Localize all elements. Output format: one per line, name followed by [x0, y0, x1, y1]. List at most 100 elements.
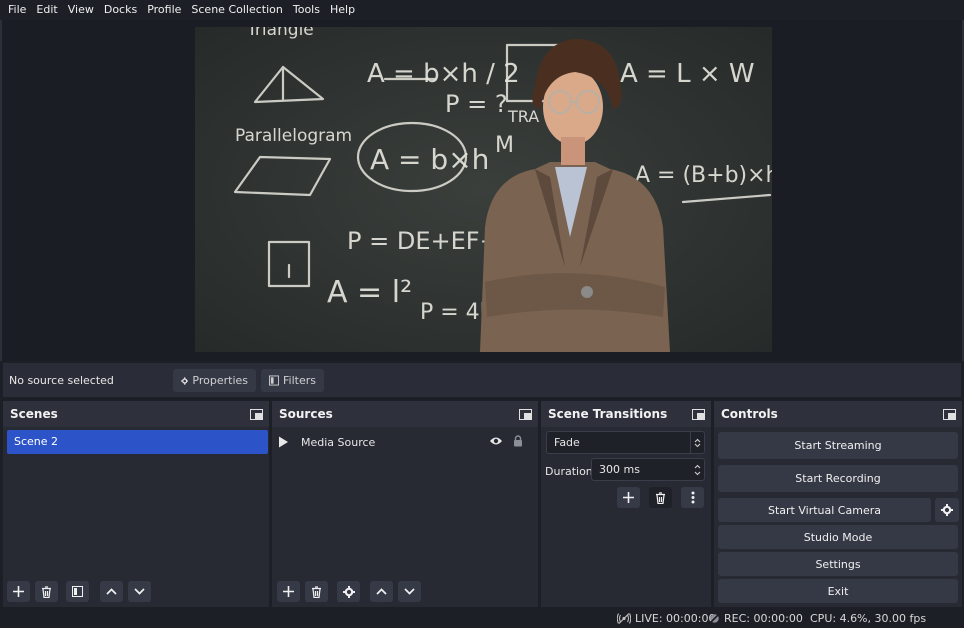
sources-dock-header: Sources — [272, 401, 538, 427]
board-text-formula-1: A = b×h / 2 — [367, 59, 520, 89]
add-source-button[interactable] — [277, 581, 300, 602]
chevron-up-icon — [376, 588, 387, 595]
eye-icon[interactable] — [489, 436, 503, 446]
board-text-question: P = ? — [445, 90, 508, 118]
play-icon — [279, 436, 288, 448]
preview-image: Triangle A = b×h / 2 Parallelogram A = b… — [195, 27, 772, 352]
board-text-formula-3: A = L × W — [620, 59, 755, 89]
settings-button[interactable]: Settings — [718, 552, 958, 576]
scenes-title: Scenes — [10, 407, 58, 421]
menu-scene-collection[interactable]: Scene Collection — [186, 0, 287, 20]
controls-title: Controls — [721, 407, 778, 421]
transitions-dock-header: Scene Transitions — [541, 401, 711, 427]
filters-button[interactable]: Filters — [261, 369, 324, 392]
transition-menu-button[interactable] — [681, 487, 704, 508]
undock-icon[interactable] — [943, 408, 956, 420]
filter-icon — [269, 375, 280, 386]
scene-filters-button[interactable] — [66, 581, 89, 602]
undock-icon[interactable] — [519, 408, 532, 420]
preview-area: Triangle A = b×h / 2 Parallelogram A = b… — [0, 20, 964, 361]
plus-icon — [623, 492, 634, 503]
board-text-m: M — [495, 133, 514, 158]
virtual-camera-settings-button[interactable] — [935, 498, 959, 522]
remove-source-button[interactable] — [305, 581, 328, 602]
kebab-menu-icon — [691, 491, 694, 504]
chevron-up-icon — [106, 588, 117, 595]
menu-file[interactable]: File — [3, 0, 31, 20]
transition-selected-value: Fade — [554, 436, 580, 449]
source-name: Media Source — [301, 435, 376, 449]
sources-dock: Sources Media Source — [272, 401, 538, 607]
board-text-tra: TRA — [507, 107, 539, 126]
trash-icon — [656, 491, 665, 504]
start-streaming-button[interactable]: Start Streaming — [718, 432, 958, 459]
gear-icon — [181, 376, 189, 385]
select-arrows-icon — [690, 432, 704, 453]
transitions-title: Scene Transitions — [548, 407, 668, 421]
move-source-up-button[interactable] — [370, 581, 393, 602]
start-virtual-camera-button[interactable]: Start Virtual Camera — [718, 498, 931, 522]
chevron-down-icon — [134, 588, 145, 595]
remove-transition-button[interactable] — [649, 487, 672, 508]
plus-icon — [13, 586, 24, 597]
undock-icon[interactable] — [250, 408, 263, 420]
move-source-down-button[interactable] — [398, 581, 421, 602]
properties-button[interactable]: Properties — [173, 369, 256, 392]
move-scene-down-button[interactable] — [128, 581, 151, 602]
live-status: LIVE: 00:00:00 — [617, 612, 715, 625]
board-text-parallelogram: Parallelogram — [235, 126, 352, 146]
source-list-item[interactable]: Media Source — [278, 432, 534, 452]
cpu-fps: CPU: 4.6%, 30.00 fps — [810, 612, 927, 625]
recording-off-icon — [709, 613, 720, 624]
filter-icon — [72, 586, 83, 597]
duration-label: Duration — [545, 465, 593, 478]
remove-scene-button[interactable] — [35, 581, 58, 602]
trash-icon — [312, 585, 321, 598]
exit-button[interactable]: Exit — [718, 579, 958, 603]
controls-dock-header: Controls — [714, 401, 962, 427]
menu-docks[interactable]: Docks — [99, 0, 142, 20]
trash-icon — [42, 585, 51, 598]
gear-icon — [941, 504, 953, 516]
menu-view[interactable]: View — [63, 0, 99, 20]
plus-icon — [283, 586, 294, 597]
undock-icon[interactable] — [692, 408, 705, 420]
menu-profile[interactable]: Profile — [142, 0, 186, 20]
menu-tools[interactable]: Tools — [288, 0, 325, 20]
preview-canvas[interactable]: Triangle A = b×h / 2 Parallelogram A = b… — [195, 27, 772, 352]
source-toolbar: No source selected Properties Filters — [3, 363, 961, 397]
add-transition-button[interactable] — [617, 487, 640, 508]
move-scene-up-button[interactable] — [100, 581, 123, 602]
controls-dock: Controls Start Streaming Start Recording… — [714, 401, 962, 607]
scene-transitions-dock: Scene Transitions Fade Duration 300 ms — [541, 401, 711, 607]
lock-icon[interactable] — [513, 435, 523, 447]
rec-status: REC: 00:00:00 — [709, 612, 803, 625]
board-text-formula-5: A = l² — [327, 275, 412, 310]
source-status-text: No source selected — [9, 374, 114, 387]
scene-item[interactable]: Scene 2 — [7, 430, 268, 454]
status-bar: LIVE: 00:00:00 REC: 00:00:00 CPU: 4.6%, … — [0, 608, 964, 628]
menu-help[interactable]: Help — [325, 0, 360, 20]
properties-label: Properties — [192, 374, 248, 387]
spin-arrows-icon[interactable] — [690, 459, 704, 480]
transition-select[interactable]: Fade — [546, 431, 705, 454]
live-time: LIVE: 00:00:00 — [635, 612, 716, 625]
streaming-off-icon — [617, 613, 631, 624]
studio-mode-button[interactable]: Studio Mode — [718, 525, 958, 549]
gear-icon — [342, 585, 355, 598]
filters-label: Filters — [283, 374, 316, 387]
duration-spinbox[interactable]: 300 ms — [591, 458, 705, 481]
add-scene-button[interactable] — [7, 581, 30, 602]
chevron-down-icon — [404, 588, 415, 595]
menu-bar: File Edit View Docks Profile Scene Colle… — [0, 0, 964, 20]
scenes-dock: Scenes Scene 2 — [3, 401, 269, 607]
board-text-triangle: Triangle — [246, 27, 314, 40]
cpu-status: CPU: 4.6%, 30.00 fps — [810, 612, 926, 625]
board-text-formula-6: P = 4l — [420, 300, 486, 325]
rec-time: REC: 00:00:00 — [724, 612, 803, 625]
scenes-dock-header: Scenes — [3, 401, 269, 427]
source-properties-button[interactable] — [337, 581, 360, 602]
menu-edit[interactable]: Edit — [31, 0, 62, 20]
sources-title: Sources — [279, 407, 333, 421]
start-recording-button[interactable]: Start Recording — [718, 465, 958, 492]
